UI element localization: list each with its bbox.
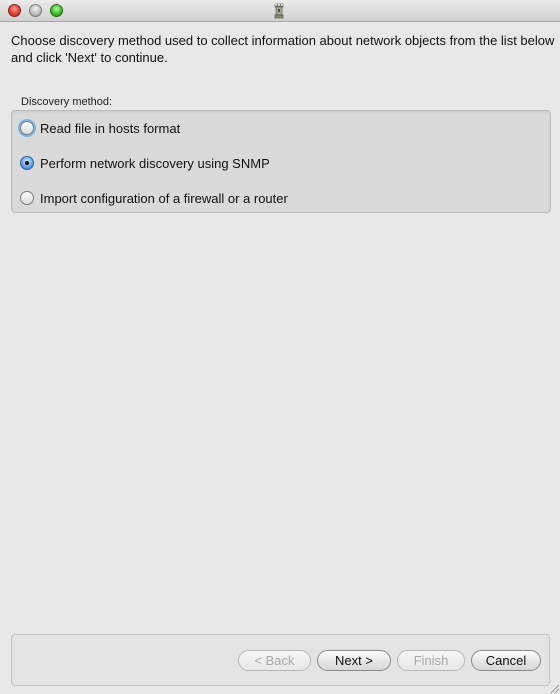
radio-label-snmp: Perform network discovery using SNMP: [40, 155, 270, 171]
next-button[interactable]: Next >: [317, 650, 391, 671]
firewall-tower-icon: [274, 3, 284, 19]
radio-option-import-config[interactable]: Import configuration of a firewall or a …: [20, 188, 288, 208]
radio-button-hosts-file[interactable]: [20, 121, 34, 135]
instructions-text: Choose discovery method used to collect …: [11, 33, 555, 65]
radio-option-snmp[interactable]: Perform network discovery using SNMP: [20, 153, 270, 173]
radio-button-snmp[interactable]: [20, 156, 34, 170]
radio-button-import-config[interactable]: [20, 191, 34, 205]
back-button[interactable]: < Back: [238, 650, 311, 671]
close-window-button[interactable]: [8, 4, 21, 17]
title-bar[interactable]: [0, 0, 560, 22]
radio-label-hosts-file: Read file in hosts format: [40, 120, 181, 136]
wizard-window: Choose discovery method used to collect …: [0, 0, 560, 694]
radio-label-import-config: Import configuration of a firewall or a …: [40, 190, 288, 206]
finish-button[interactable]: Finish: [397, 650, 465, 671]
radio-option-hosts-file[interactable]: Read file in hosts format: [20, 118, 180, 138]
resize-grip-icon[interactable]: [548, 682, 560, 694]
discovery-method-label: Discovery method:: [21, 96, 113, 108]
zoom-window-button[interactable]: [50, 4, 63, 17]
radio-selected-dot: [25, 161, 29, 165]
cancel-button[interactable]: Cancel: [471, 650, 541, 671]
discovery-method-group: Read file in hosts format Perform networ…: [11, 110, 551, 213]
minimize-window-button[interactable]: [29, 4, 42, 17]
wizard-button-bar: < Back Next > Finish Cancel: [11, 634, 550, 686]
